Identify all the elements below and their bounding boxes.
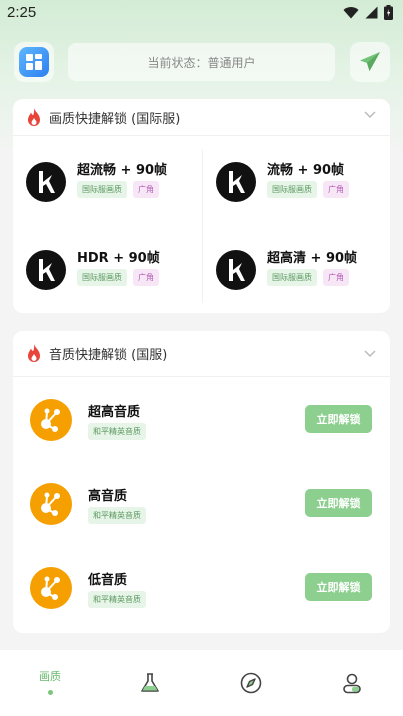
audio-unlock-card: 音质快捷解锁 (国服) 超高音质 和平精英音质 立即解锁 高音质 和平精英音质 …	[13, 331, 390, 633]
audio-card-header[interactable]: 音质快捷解锁 (国服)	[13, 331, 390, 377]
audio-item-title: 低音质	[88, 573, 128, 588]
send-button[interactable]	[350, 42, 390, 82]
quality-item-title: 超高清 + 90帧	[267, 251, 358, 266]
audio-node-icon	[30, 567, 72, 609]
quality-item[interactable]: 流畅 + 90帧 国际服画质 广角	[216, 158, 391, 204]
status-bar: 2:25	[0, 0, 403, 28]
audio-tag: 和平精英音质	[88, 423, 146, 440]
wide-angle-tag: 广角	[133, 269, 159, 286]
audio-item: 低音质 和平精英音质 立即解锁	[13, 559, 390, 619]
signal-icon	[365, 6, 378, 19]
user-status-text: 当前状态：普通用户	[147, 55, 256, 70]
bottom-nav: 画质	[0, 650, 403, 716]
server-tag: 国际服画质	[267, 181, 317, 198]
audio-tag: 和平精英音质	[88, 591, 146, 608]
nav-tab-quality[interactable]: 画质	[0, 650, 100, 716]
status-time: 2:25	[7, 4, 37, 21]
game-logo-icon	[26, 162, 66, 202]
battery-icon	[384, 5, 393, 20]
audio-item: 高音质 和平精英音质 立即解锁	[13, 475, 390, 535]
app-logo-icon	[19, 47, 49, 77]
send-icon	[360, 52, 380, 71]
unlock-button[interactable]: 立即解锁	[305, 405, 372, 433]
app-header: 当前状态：普通用户	[14, 42, 390, 82]
nav-tab-label: 画质	[39, 670, 61, 683]
server-tag: 国际服画质	[267, 269, 317, 286]
audio-tag: 和平精英音质	[88, 507, 146, 524]
quality-card-title: 画质快捷解锁 (国际服)	[49, 111, 181, 127]
nav-tab-profile[interactable]	[302, 650, 402, 716]
unlock-button[interactable]: 立即解锁	[305, 489, 372, 517]
status-icons	[343, 5, 393, 20]
flame-icon	[28, 344, 40, 362]
profile-icon	[343, 673, 361, 694]
quality-unlock-card: 画质快捷解锁 (国际服) 超流畅 + 90帧 国际服画质 广角 流畅 + 90帧	[13, 99, 390, 313]
wide-angle-tag: 广角	[133, 181, 159, 198]
active-indicator-dot	[47, 690, 53, 695]
server-tag: 国际服画质	[77, 181, 127, 198]
quality-card-header[interactable]: 画质快捷解锁 (国际服)	[13, 99, 390, 136]
wide-angle-tag: 广角	[323, 269, 349, 286]
quality-item-title: 流畅 + 90帧	[267, 163, 345, 178]
quality-item[interactable]: 超高清 + 90帧 国际服画质 广角	[216, 246, 391, 292]
audio-card-title: 音质快捷解锁 (国服)	[49, 348, 168, 363]
unlock-button[interactable]: 立即解锁	[305, 573, 372, 601]
audio-node-icon	[30, 483, 72, 525]
quality-item[interactable]: HDR + 90帧 国际服画质 广角	[26, 246, 201, 292]
flame-icon	[28, 107, 40, 126]
nav-tab-lab[interactable]	[100, 650, 200, 716]
game-logo-icon	[216, 162, 256, 202]
quality-item-title: 超流畅 + 90帧	[77, 163, 168, 178]
nav-tab-discover[interactable]	[201, 650, 301, 716]
audio-item-title: 超高音质	[88, 405, 141, 420]
quality-item[interactable]: 超流畅 + 90帧 国际服画质 广角	[26, 158, 201, 204]
wide-angle-tag: 广角	[323, 181, 349, 198]
flask-icon	[141, 673, 159, 692]
quality-grid: 超流畅 + 90帧 国际服画质 广角 流畅 + 90帧 国际服画质 广角 HDR…	[13, 136, 390, 312]
chevron-down-icon[interactable]	[364, 111, 376, 119]
quality-item-title: HDR + 90帧	[77, 251, 160, 266]
audio-node-icon	[30, 399, 72, 441]
audio-item: 超高音质 和平精英音质 立即解锁	[13, 391, 390, 451]
game-logo-icon	[216, 250, 256, 290]
wifi-icon	[343, 7, 359, 19]
user-status-field: 当前状态：普通用户	[68, 43, 335, 81]
grid-divider	[202, 149, 203, 303]
server-tag: 国际服画质	[77, 269, 127, 286]
chevron-down-icon[interactable]	[364, 350, 376, 358]
app-logo-button[interactable]	[14, 42, 54, 82]
game-logo-icon	[26, 250, 66, 290]
audio-item-title: 高音质	[88, 489, 128, 504]
compass-icon	[240, 672, 262, 694]
